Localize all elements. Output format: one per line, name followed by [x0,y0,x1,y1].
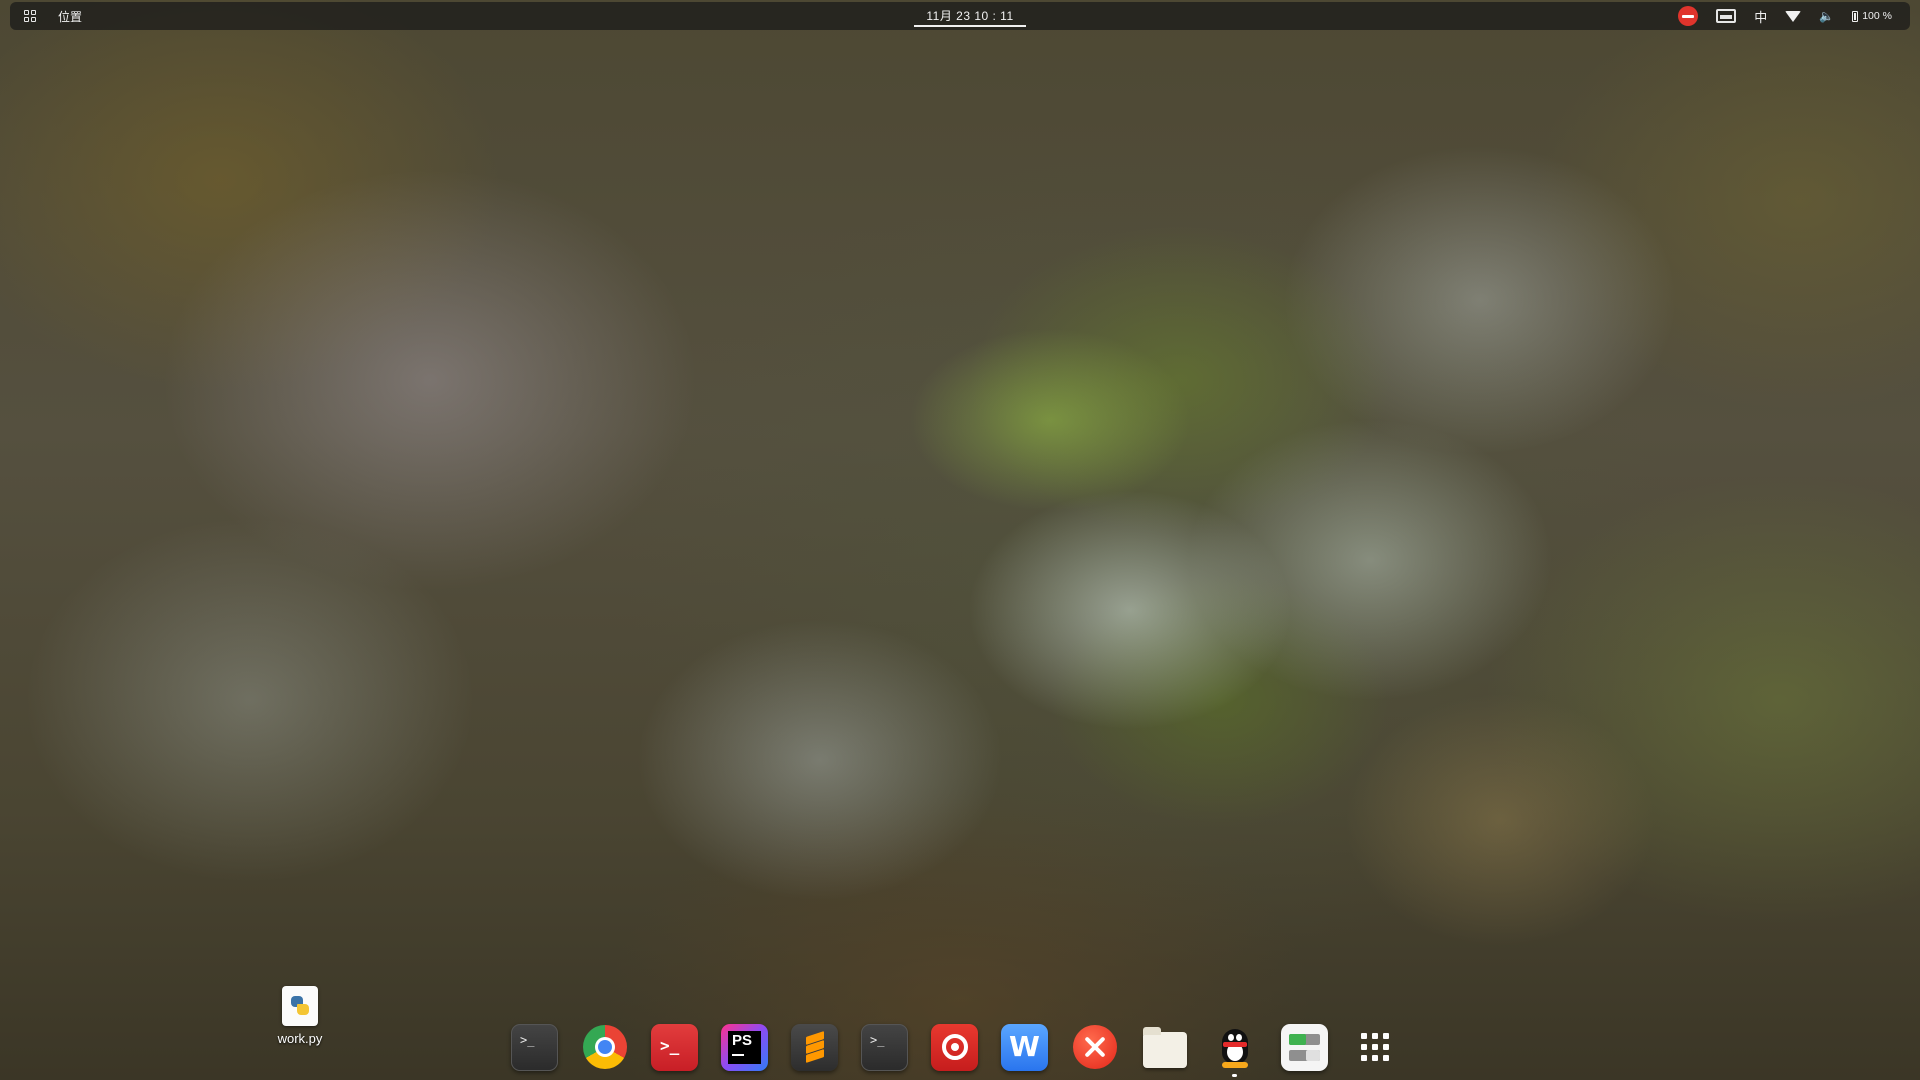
dock-app-phpstorm[interactable]: PS [721,1023,768,1071]
phpstorm-label: PS [732,1031,753,1049]
netease-music-icon [941,1034,968,1060]
dock-app-terminal[interactable]: >_ [511,1023,558,1071]
dock-app-red-terminal[interactable]: >_ [651,1023,698,1071]
top-bar: 位置 11月 23 10 : 11 中 🔈 100 % [10,2,1910,30]
desktop-file-label: work.py [277,1031,323,1046]
dock-app-system-monitor[interactable] [1281,1023,1328,1071]
clock-active-indicator [914,25,1026,27]
system-tray: 中 🔈 100 % [1660,2,1892,30]
dock-app-xmind[interactable] [1071,1024,1118,1071]
places-menu[interactable]: 位置 [58,8,82,25]
desktop-wallpaper [0,0,1920,1080]
wps-writer-icon: W [1009,1030,1040,1063]
sublime-text-icon [805,1031,824,1063]
dock: >_ >_ PS >_ W [511,1020,1398,1077]
dock-app-wps-writer[interactable]: W [1001,1023,1048,1071]
terminal-icon: >_ [870,1032,885,1047]
battery-icon [1852,10,1859,22]
volume-muted-icon[interactable]: 🔈 [1819,9,1834,23]
dock-app-sublime-text[interactable] [791,1023,838,1071]
dock-app-terminal-2[interactable]: >_ [861,1023,908,1071]
chrome-icon [582,1025,627,1069]
python-file-icon [282,986,318,1026]
app-grid-icon [1360,1033,1389,1061]
terminal-icon: >_ [520,1032,535,1047]
dock-app-qq[interactable] [1211,1024,1258,1077]
dock-app-chrome[interactable] [581,1024,628,1071]
top-bar-left: 位置 [24,2,82,30]
app-grid-icon[interactable] [24,10,36,22]
folder-icon [1142,1027,1187,1068]
desktop-file-work-py[interactable]: work.py [268,986,332,1046]
xmind-icon [1072,1025,1117,1069]
system-monitor-icon [1289,1033,1320,1045]
dock-app-files[interactable] [1141,1024,1188,1071]
battery-percent: 100 % [1862,10,1892,22]
show-applications-button[interactable] [1351,1024,1398,1071]
screenshot-icon[interactable] [1716,9,1737,23]
qq-penguin-icon [1218,1025,1252,1069]
wifi-icon[interactable] [1785,10,1802,22]
battery-indicator[interactable]: 100 % [1852,10,1892,22]
input-method-indicator[interactable]: 中 [1754,7,1767,26]
red-terminal-icon: >_ [660,1035,680,1055]
dock-app-netease-music[interactable] [931,1023,978,1071]
do-not-disturb-icon[interactable] [1678,6,1699,26]
